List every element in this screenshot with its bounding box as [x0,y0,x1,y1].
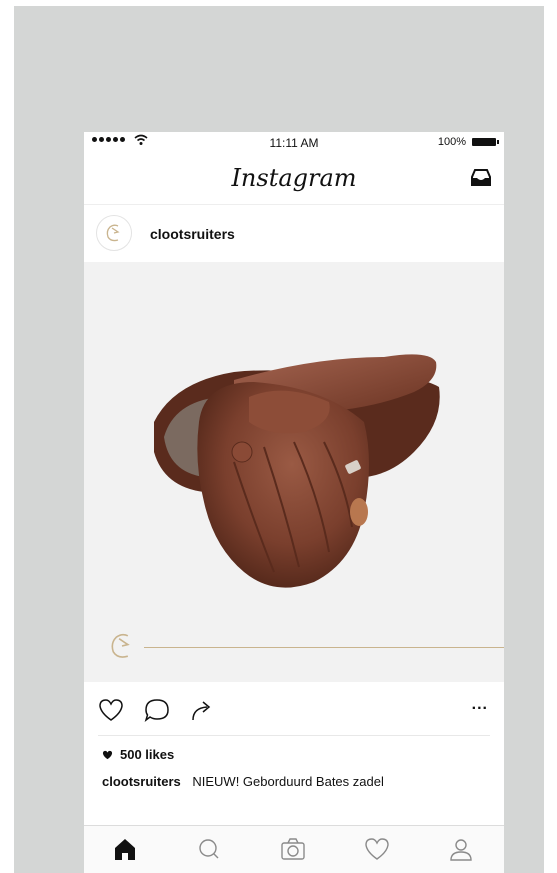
battery-percentage: 100% [437,136,466,148]
post-actions: ... [84,682,504,734]
inbox-icon[interactable] [470,168,492,188]
comment-icon[interactable] [144,698,170,722]
camera-icon[interactable] [280,836,306,862]
caption-text: NIEUW! Geborduurd Bates zadel [192,774,384,789]
app-header: Instagram [84,154,504,205]
battery-icon [472,138,499,146]
post-username[interactable]: clootsruiters [150,226,235,242]
post-caption: clootsruiters NIEUW! Geborduurd Bates za… [102,774,384,789]
profile-icon[interactable] [448,836,474,862]
post-image [84,262,504,682]
likes-count[interactable]: 500 likes [102,747,174,762]
phone-screen: 11:11 AM 100% Instagram clootsruiters ..… [84,132,504,873]
activity-heart-icon[interactable] [364,836,390,862]
search-icon[interactable] [196,836,222,862]
bottom-tab-bar [84,825,504,873]
avatar[interactable] [96,215,132,251]
share-icon[interactable] [190,698,216,722]
divider [98,735,490,736]
watermark-line [144,647,504,648]
post-header: clootsruiters [84,205,504,262]
horse-logo-icon [106,224,120,242]
likes-label: 500 likes [120,747,175,762]
caption-username[interactable]: clootsruiters [102,774,181,789]
home-icon[interactable] [112,836,138,862]
more-icon[interactable]: ... [472,696,488,714]
filled-heart-icon [102,750,113,759]
saddle-image [154,354,440,588]
watermark-horse-icon [111,633,130,658]
heart-icon[interactable] [98,698,124,722]
status-bar: 11:11 AM 100% [84,132,504,154]
app-title: Instagram [231,164,357,192]
